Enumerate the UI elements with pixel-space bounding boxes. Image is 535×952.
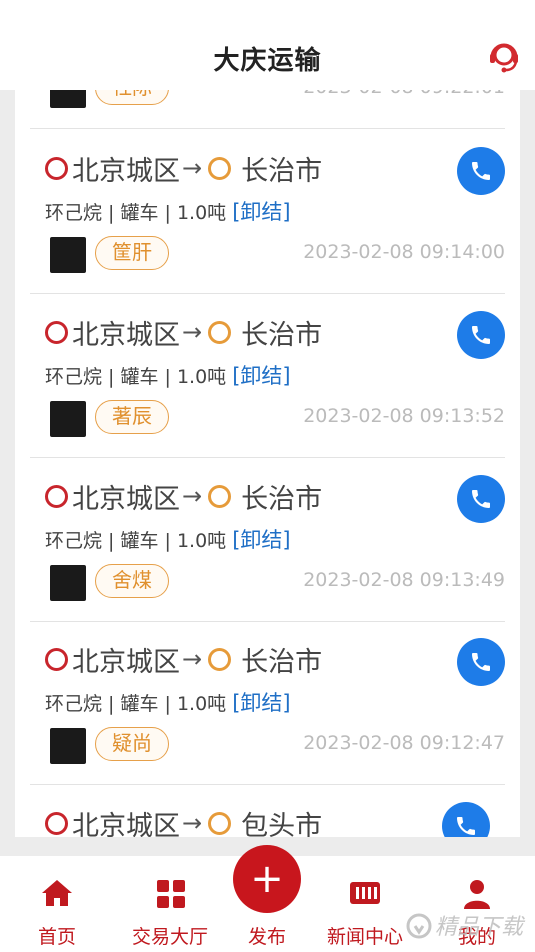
destination-marker-icon	[208, 156, 232, 180]
destination-city: 长治市	[241, 155, 323, 187]
avatar	[50, 90, 86, 108]
avatar	[50, 728, 86, 764]
phone-icon	[457, 817, 475, 835]
list-item[interactable]: 北京城区 → 长治市 环己烷 | 罐车 | 1.0吨 [卸结] 著辰 2023-02…	[30, 294, 505, 458]
user-tag: 舍煤	[95, 564, 169, 598]
tab-publish-label: 发布	[248, 926, 287, 948]
route: 北京城区 → 长治市	[45, 641, 323, 678]
timestamp: 2023-02-08 09:13:52	[303, 405, 505, 427]
cargo-detail: 环己烷 | 罐车 | 1.0吨 [卸结]	[45, 524, 291, 554]
watermark-logo: 精品下载	[405, 900, 535, 952]
call-button[interactable]	[442, 802, 490, 837]
phone-icon	[472, 162, 490, 180]
timestamp: 2023-02-08 09:13:49	[303, 569, 505, 591]
cargo-info: 环己烷 | 罐车 | 1.0吨	[45, 693, 227, 715]
list-item[interactable]: 北京城区 → 长治市 环己烷 | 罐车 | 1.0吨 [卸结] 舍煤 2023-02…	[30, 458, 505, 622]
list-item[interactable]: 北京城区 → 长治市 环己烷 | 罐车 | 1.0吨 [卸结] 筐肝 2023-02…	[30, 130, 505, 294]
destination-city: 包头市	[241, 810, 323, 838]
avatar	[50, 401, 86, 437]
tab-trading-hall[interactable]: 交易大厅	[125, 856, 220, 952]
list-item[interactable]: 北京城区 → 长治市 环己烷 | 罐车 | 1.0吨 [卸结] 疑尚 2023-02…	[30, 621, 505, 785]
cargo-info: 环己烷 | 罐车 | 1.0吨	[45, 530, 227, 552]
origin-marker-icon	[45, 484, 68, 508]
origin-city: 北京城区	[72, 483, 180, 515]
origin-city: 北京城区	[72, 810, 180, 838]
list-item[interactable]: 社际 2023-02-08 09:22:01	[30, 90, 505, 129]
status-badge: [卸结]	[232, 364, 291, 388]
user-tag: 社际	[95, 90, 169, 105]
call-button[interactable]	[457, 638, 505, 686]
origin-city: 北京城区	[72, 319, 180, 351]
route: 北京城区 → 长治市	[45, 314, 323, 351]
timestamp: 2023-02-08 09:14:00	[303, 241, 505, 263]
call-button[interactable]	[457, 147, 505, 195]
origin-marker-icon	[45, 156, 68, 180]
destination-city: 长治市	[241, 483, 323, 515]
phone-icon	[472, 326, 490, 344]
route: 北京城区 → 长治市	[45, 478, 323, 515]
destination-city: 长治市	[241, 646, 323, 678]
status-badge: [卸结]	[232, 528, 291, 552]
plus-icon: +	[250, 856, 284, 902]
publish-button[interactable]: +	[233, 845, 301, 913]
route: 北京城区 → 包头市	[45, 805, 322, 837]
call-button[interactable]	[457, 475, 505, 523]
cargo-info: 环己烷 | 罐车 | 1.0吨	[45, 366, 227, 388]
user-tag: 疑尚	[95, 727, 169, 761]
origin-city: 北京城区	[72, 155, 180, 187]
origin-marker-icon	[45, 320, 68, 344]
destination-marker-icon	[208, 647, 232, 671]
origin-marker-icon	[45, 647, 68, 671]
arrow-icon: →	[182, 809, 203, 837]
list-item[interactable]: 北京城区 → 包头市	[30, 785, 505, 837]
cargo-detail: 环己烷 | 罐车 | 1.0吨 [卸结]	[45, 687, 291, 717]
download-watermark-icon: 精品下载	[406, 913, 526, 940]
route: 北京城区 → 长治市	[45, 150, 323, 187]
timestamp: 2023-02-08 09:12:47	[303, 732, 505, 754]
phone-icon	[472, 653, 490, 671]
order-list[interactable]: 社际 2023-02-08 09:22:01 北京城区→长治市 环己烷 | 罐车…	[15, 90, 520, 837]
destination-marker-icon	[208, 320, 232, 344]
divider	[30, 128, 505, 129]
avatar	[50, 565, 86, 601]
arrow-icon: →	[182, 645, 203, 673]
avatar	[50, 237, 86, 273]
tab-news-center-label: 新闻中心	[327, 926, 404, 948]
arrow-icon: →	[182, 154, 203, 182]
arrow-icon: →	[182, 318, 203, 346]
arrow-icon: →	[182, 482, 203, 510]
user-tag: 筐肝	[95, 236, 169, 270]
tab-trading-hall-label: 交易大厅	[132, 926, 209, 948]
cargo-info: 环己烷 | 罐车 | 1.0吨	[45, 202, 227, 224]
page-title: 大庆运输	[213, 46, 322, 76]
destination-marker-icon	[208, 811, 232, 835]
destination-marker-icon	[208, 484, 232, 508]
origin-city: 北京城区	[72, 646, 180, 678]
tab-news-center[interactable]: 新闻中心	[322, 856, 417, 952]
svg-text:精品下载: 精品下载	[435, 915, 526, 940]
destination-city: 长治市	[241, 319, 323, 351]
status-badge: [卸结]	[232, 691, 291, 715]
customer-service-icon[interactable]	[487, 40, 521, 74]
news-icon	[350, 882, 380, 904]
home-icon	[42, 880, 72, 906]
origin-marker-icon	[45, 811, 68, 835]
tab-home-label: 首页	[38, 926, 77, 948]
cargo-detail: 环己烷 | 罐车 | 1.0吨 [卸结]	[45, 360, 291, 390]
call-button[interactable]	[457, 311, 505, 359]
user-tag: 著辰	[95, 400, 169, 434]
phone-icon	[472, 490, 490, 508]
app-header: 大庆运输	[0, 0, 535, 90]
tab-home[interactable]: 首页	[20, 856, 95, 952]
status-badge: [卸结]	[232, 200, 291, 224]
cargo-detail: 环己烷 | 罐车 | 1.0吨 [卸结]	[45, 196, 291, 226]
timestamp: 2023-02-08 09:22:01	[303, 90, 505, 98]
grid-icon	[157, 880, 185, 908]
